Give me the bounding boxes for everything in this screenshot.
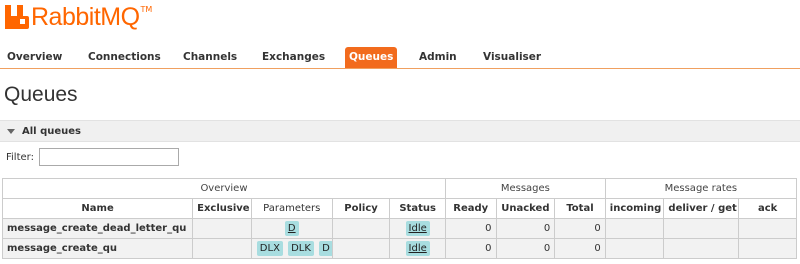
- exclusive-cell: [192, 238, 252, 259]
- durable-badge: D: [319, 241, 332, 256]
- filter-row: Filter:: [6, 148, 179, 166]
- total-cell: 0: [554, 218, 606, 239]
- queue-name-link[interactable]: message_create_dead_letter_qu: [1, 218, 194, 239]
- exclusive-cell: [192, 218, 252, 239]
- incoming-rate-cell: [604, 218, 665, 239]
- col-policy[interactable]: Policy: [331, 198, 391, 219]
- tab-channels[interactable]: Channels: [183, 47, 237, 68]
- total-cell: 0: [554, 238, 606, 259]
- col-name[interactable]: Name: [1, 198, 194, 219]
- tab-connections[interactable]: Connections: [88, 47, 161, 68]
- unacked-cell: 0: [495, 238, 556, 259]
- status-badge: Idle: [405, 221, 430, 236]
- group-overview: Overview: [2, 178, 446, 199]
- page-title: Queues: [4, 83, 78, 106]
- status-badge: Idle: [405, 241, 430, 256]
- all-queues-section-toggle[interactable]: All queues: [0, 120, 800, 142]
- tab-exchanges[interactable]: Exchanges: [262, 47, 325, 68]
- policy-cell: [331, 238, 391, 259]
- tab-admin[interactable]: Admin: [419, 47, 457, 68]
- dlk-badge: DLK: [288, 241, 314, 256]
- filter-label: Filter:: [6, 151, 34, 163]
- logo-trademark: TM: [140, 4, 153, 14]
- dlx-badge: DLX: [256, 241, 283, 256]
- parameters-cell: DLX DLK D: [250, 238, 333, 259]
- queues-table: Overview Messages Message rates Name Exc…: [1, 178, 798, 259]
- collapse-triangle-icon: [7, 128, 15, 134]
- deliver-get-rate-cell: [663, 238, 740, 259]
- col-incoming[interactable]: incoming: [604, 198, 665, 219]
- tab-queues[interactable]: Queues: [345, 47, 398, 68]
- rabbitmq-logo[interactable]: RabbitMQ TM: [5, 2, 152, 32]
- table-row: message_create_dead_letter_qu D Idle 0 0…: [1, 218, 797, 239]
- group-messages: Messages: [444, 178, 606, 199]
- unacked-cell: 0: [495, 218, 556, 239]
- incoming-rate-cell: [604, 238, 665, 259]
- tab-overview[interactable]: Overview: [7, 47, 62, 68]
- col-ready[interactable]: Ready: [444, 198, 497, 219]
- nav-underline: [0, 68, 800, 69]
- parameters-cell: D: [250, 218, 333, 239]
- logo-text: RabbitMQ: [31, 3, 140, 31]
- group-message-rates: Message rates: [604, 178, 798, 199]
- queue-name-link[interactable]: message_create_qu: [1, 238, 194, 259]
- durable-badge: D: [284, 221, 299, 236]
- filter-input[interactable]: [38, 148, 179, 166]
- status-cell: Idle: [389, 238, 446, 259]
- col-unacked[interactable]: Unacked: [495, 198, 556, 219]
- table-row: message_create_qu DLX DLK D Idle 0 0 0: [1, 238, 797, 259]
- table-group-header: Overview Messages Message rates: [2, 178, 798, 199]
- rabbit-logo-icon: [5, 5, 29, 29]
- col-parameters: Parameters: [250, 198, 333, 219]
- col-ack[interactable]: ack: [738, 198, 797, 219]
- main-nav: Overview Connections Channels Exchanges …: [0, 47, 800, 69]
- deliver-get-rate-cell: [663, 218, 740, 239]
- table-column-header: Name Exclusive Parameters Policy Status …: [1, 198, 797, 219]
- col-status[interactable]: Status: [389, 198, 446, 219]
- ack-rate-cell: [738, 238, 797, 259]
- col-total[interactable]: Total: [554, 198, 606, 219]
- tab-visualiser[interactable]: Visualiser: [483, 47, 541, 68]
- policy-cell: [331, 218, 391, 239]
- ready-cell: 0: [444, 238, 497, 259]
- ack-rate-cell: [738, 218, 797, 239]
- section-title: All queues: [22, 125, 81, 137]
- status-cell: Idle: [389, 218, 446, 239]
- col-exclusive[interactable]: Exclusive: [192, 198, 252, 219]
- col-deliver-get[interactable]: deliver / get: [663, 198, 740, 219]
- ready-cell: 0: [444, 218, 497, 239]
